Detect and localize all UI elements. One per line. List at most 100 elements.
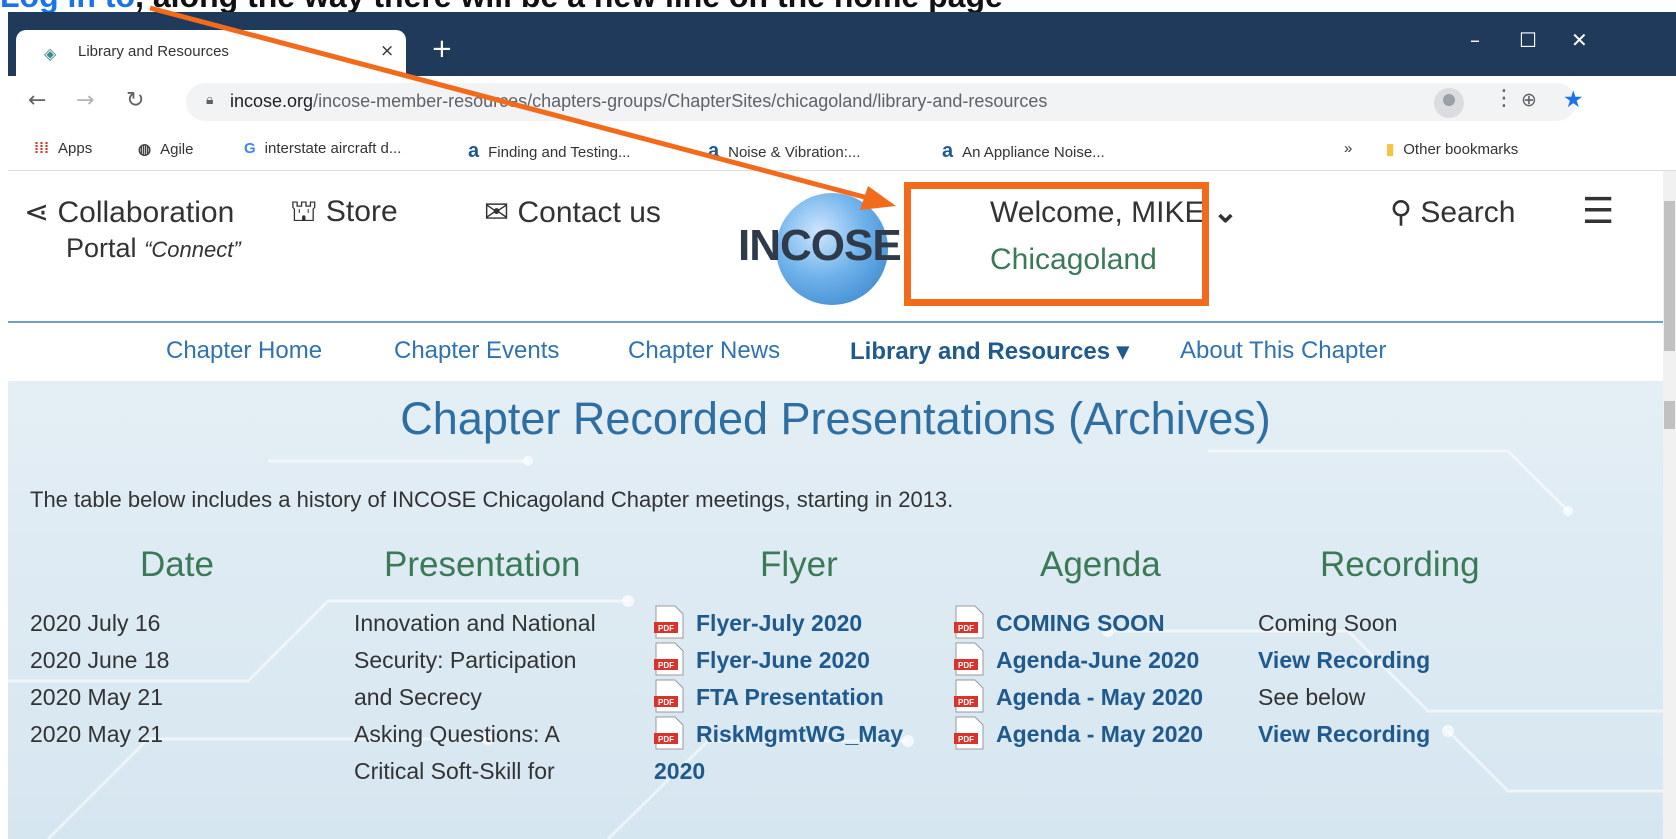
bookmark-star-icon[interactable]: ★ xyxy=(1563,87,1584,113)
caption-rest: , along the way there will be a new line… xyxy=(135,0,1003,12)
agenda-link[interactable]: Agenda - May 2020 xyxy=(996,721,1203,747)
view-recording-link[interactable]: View Recording xyxy=(1258,716,1430,753)
contact-label: Contact us xyxy=(517,196,661,229)
flyer-link[interactable]: RiskMgmtWG_May xyxy=(696,721,903,747)
bookmark-label: interstate aircraft d... xyxy=(264,140,402,157)
bookmarks-overflow-icon[interactable]: » xyxy=(1344,140,1352,157)
bookmark-label: Agile xyxy=(160,141,194,158)
agenda-link[interactable]: Agenda-June 2020 xyxy=(996,647,1199,673)
address-bar[interactable]: 🔒︎ incose.org/incose-member-resources/ch… xyxy=(186,83,1584,121)
date-column: 2020 July 16 2020 June 18 2020 May 21 20… xyxy=(30,605,169,753)
flyer-row[interactable]: PDF FTA Presentation xyxy=(654,679,903,716)
flyer-link[interactable]: Flyer-June 2020 xyxy=(696,647,870,673)
agenda-row[interactable]: PDF Agenda-June 2020 xyxy=(954,642,1203,679)
browser-toolbar: ← → ↻ 🔒︎ incose.org/incose-member-resour… xyxy=(8,76,1676,128)
agenda-link[interactable]: Agenda - May 2020 xyxy=(996,684,1203,710)
search-link[interactable]: ⚲ Search xyxy=(1390,195,1515,230)
bookmark-appliance[interactable]: a An Appliance Noise... xyxy=(942,140,1105,163)
pdf-icon: PDF xyxy=(654,642,684,676)
flyer-row[interactable]: PDF RiskMgmtWG_May xyxy=(654,716,903,753)
bookmark-other[interactable]: ▮ Other bookmarks xyxy=(1386,140,1518,158)
flyer-row[interactable]: PDF Flyer-June 2020 xyxy=(654,642,903,679)
browser-window: ◈ Library and Resources × + – ☐ ✕ ← → ↻ … xyxy=(8,12,1676,839)
profile-avatar[interactable] xyxy=(1434,88,1464,118)
nav-library-resources[interactable]: Library and Resources ▾ xyxy=(850,337,1129,366)
bookmark-finding[interactable]: a Finding and Testing... xyxy=(468,140,630,163)
svg-text:PDF: PDF xyxy=(958,735,974,744)
url-host: incose.org xyxy=(230,91,314,111)
store-label: Store xyxy=(325,195,398,228)
bookmark-label: Noise & Vibration:... xyxy=(728,144,861,161)
presentation-line: Asking Questions: A xyxy=(354,721,560,747)
title-bar: ◈ Library and Resources × + – ☐ ✕ xyxy=(8,12,1676,76)
recording-status: Coming Soon xyxy=(1258,610,1398,636)
maximize-icon[interactable]: ☐ xyxy=(1519,28,1537,52)
nav-chapter-events[interactable]: Chapter Events xyxy=(394,337,559,365)
bookmark-label: Apps xyxy=(58,140,93,157)
agenda-row[interactable]: PDF Agenda - May 2020 xyxy=(954,679,1203,716)
back-arrow-icon[interactable]: ← xyxy=(28,88,46,113)
nav-chapter-news[interactable]: Chapter News xyxy=(628,337,780,365)
zoom-icon[interactable]: ⊕ xyxy=(1521,89,1537,111)
presentation-line: and Secrecy xyxy=(354,684,482,710)
flyer-column: PDF Flyer-July 2020 PDF Flyer-June 2020 PD… xyxy=(654,605,903,790)
svg-text:PDF: PDF xyxy=(658,624,674,633)
recording-column: Coming Soon View Recording See below Vie… xyxy=(1258,605,1430,753)
tab-close-icon[interactable]: × xyxy=(380,41,394,61)
agenda-column: PDF COMING SOON PDF Agenda-June 2020 PDF Ag… xyxy=(954,605,1203,753)
flyer-link-wrap[interactable]: 2020 xyxy=(654,758,705,784)
hamburger-menu-icon[interactable]: ☰ xyxy=(1582,191,1614,232)
url-text[interactable]: incose.org/incose-member-resources/chapt… xyxy=(230,91,1047,112)
view-recording-link[interactable]: View Recording xyxy=(1258,642,1430,679)
new-tab-button[interactable]: + xyxy=(431,34,453,64)
agenda-row[interactable]: PDF COMING SOON xyxy=(954,605,1203,642)
presentation-line: Innovation and National xyxy=(354,610,596,636)
contact-link[interactable]: ✉ Contact us xyxy=(484,195,661,230)
close-window-icon[interactable]: ✕ xyxy=(1571,28,1588,52)
minimize-icon[interactable]: – xyxy=(1470,28,1480,52)
svg-text:PDF: PDF xyxy=(658,661,674,670)
reload-icon[interactable]: ↻ xyxy=(126,88,144,113)
page-scrollbar[interactable] xyxy=(1663,171,1676,839)
agenda-link[interactable]: COMING SOON xyxy=(996,610,1165,636)
svg-text:PDF: PDF xyxy=(958,698,974,707)
caption-text: Log in to, along the way there will be a… xyxy=(0,0,1003,12)
bookmark-label: Other bookmarks xyxy=(1403,141,1519,158)
site-header: ⋖ Collaboration Portal “Connect” ⛫ Store… xyxy=(8,171,1663,323)
chapter-nav: Chapter Home Chapter Events Chapter News… xyxy=(8,323,1663,381)
caption-strip: Log in to, along the way there will be a… xyxy=(0,0,1676,12)
pdf-icon: PDF xyxy=(954,679,984,713)
flyer-link[interactable]: FTA Presentation xyxy=(696,684,884,710)
flyer-link[interactable]: Flyer-July 2020 xyxy=(696,610,862,636)
bookmark-noise[interactable]: a Noise & Vibration:... xyxy=(708,140,860,163)
nav-chapter-home[interactable]: Chapter Home xyxy=(166,337,322,365)
globe-icon: ◍ xyxy=(138,141,152,158)
flyer-row[interactable]: PDF Flyer-July 2020 xyxy=(654,605,903,642)
chevron-down-icon: ⌄ xyxy=(1212,196,1238,229)
apps-grid-icon: ⁞⁞⁞ xyxy=(34,140,49,157)
share-icon: ⋖ xyxy=(24,196,50,229)
web-page: ⋖ Collaboration Portal “Connect” ⛫ Store… xyxy=(8,171,1663,839)
svg-text:PDF: PDF xyxy=(658,735,674,744)
pdf-icon: PDF xyxy=(654,679,684,713)
forward-arrow-icon[interactable]: → xyxy=(76,88,94,113)
pdf-icon: PDF xyxy=(954,605,984,639)
browser-tab[interactable]: ◈ Library and Resources × xyxy=(16,30,406,76)
collab-line2-wrap[interactable]: Portal “Connect” xyxy=(66,233,241,264)
bookmarks-bar: ⁞⁞⁞ Apps ◍ Agile Ginterstate aircraft d...… xyxy=(8,128,1676,171)
date-cell: 2020 May 21 xyxy=(30,684,163,710)
page-title: Chapter Recorded Presentations (Archives… xyxy=(400,393,1271,444)
bookmark-google[interactable]: Ginterstate aircraft d... xyxy=(244,140,401,157)
bookmark-agile[interactable]: ◍ Agile xyxy=(138,140,193,158)
scrollbar-thumb[interactable] xyxy=(1664,201,1675,351)
kebab-menu-icon[interactable]: ⋮ xyxy=(1493,86,1515,111)
bookmark-apps[interactable]: ⁞⁞⁞ Apps xyxy=(34,140,92,157)
column-header-agenda: Agenda xyxy=(1040,545,1161,584)
agenda-row[interactable]: PDF Agenda - May 2020 xyxy=(954,716,1203,753)
collaboration-portal-link[interactable]: ⋖ Collaboration xyxy=(24,195,234,230)
store-link[interactable]: ⛫ Store xyxy=(290,195,398,233)
incose-logo-text[interactable]: INCOSE xyxy=(738,221,902,271)
bookmark-label: Finding and Testing... xyxy=(488,144,631,161)
nav-about-chapter[interactable]: About This Chapter xyxy=(1180,337,1386,365)
bookmark-label: An Appliance Noise... xyxy=(962,144,1105,161)
